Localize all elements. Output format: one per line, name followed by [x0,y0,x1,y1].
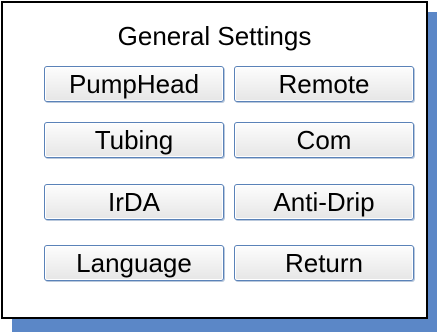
tubing-button[interactable]: Tubing [44,122,224,158]
irda-button[interactable]: IrDA [44,184,224,220]
panel-title: General Settings [117,21,312,51]
return-button[interactable]: Return [234,245,414,281]
general-settings-panel: General Settings PumpHead Remote Tubing … [1,1,428,319]
remote-button[interactable]: Remote [234,66,414,102]
com-button[interactable]: Com [234,122,414,158]
pumphead-button[interactable]: PumpHead [44,66,224,102]
language-button[interactable]: Language [44,245,224,281]
anti-drip-button[interactable]: Anti-Drip [234,184,414,220]
